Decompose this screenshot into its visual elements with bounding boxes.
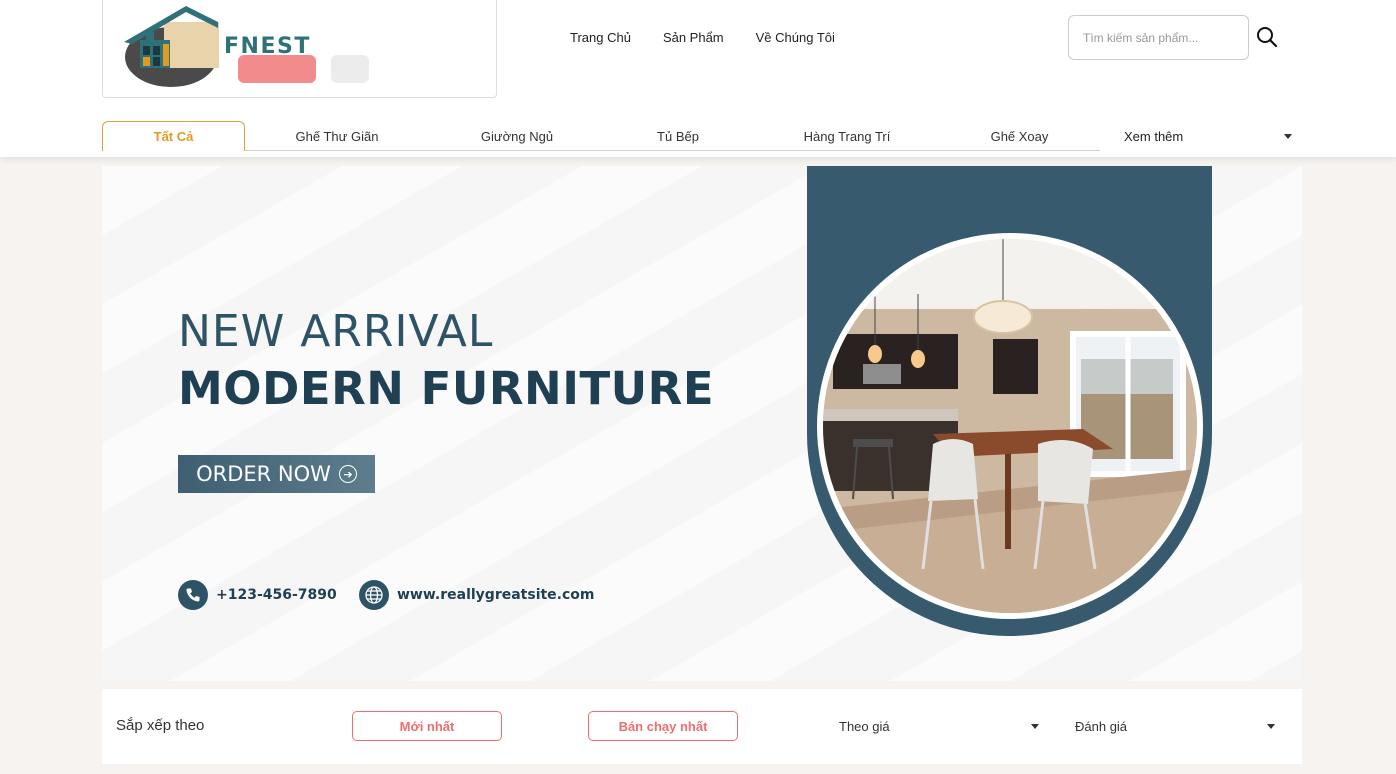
nav-products-link[interactable]: Sản Phẩm	[663, 30, 724, 45]
arrow-right-circle-icon: ➔	[338, 465, 357, 483]
sort-best-selling-button[interactable]: Bán chạy nhất	[588, 711, 738, 741]
search-button[interactable]	[1254, 24, 1280, 50]
sort-toolbar: Sắp xếp theo Mới nhất Bán chạy nhất Theo…	[102, 689, 1302, 764]
phone-icon	[178, 580, 208, 610]
kitchen-dining-photo	[823, 239, 1197, 613]
sort-label: Sắp xếp theo	[116, 717, 205, 734]
tab-lounge-chairs[interactable]: Ghế Thư Giãn	[262, 121, 412, 151]
chevron-down-icon	[1284, 133, 1292, 139]
sort-by-rating-dropdown[interactable]: Đánh giá	[1075, 711, 1275, 741]
search-icon	[1257, 27, 1278, 48]
house-logo-icon	[124, 6, 219, 68]
tab-swivel-chairs[interactable]: Ghế Xoay	[957, 121, 1082, 151]
nav-about-link[interactable]: Về Chúng Tôi	[756, 30, 835, 45]
main-nav: Trang Chủ Sản Phẩm Về Chúng Tôi	[570, 30, 835, 45]
see-more-label: Xem thêm	[1124, 128, 1184, 144]
banner-phone: +123-456-7890	[178, 580, 337, 610]
tab-all[interactable]: Tất Cả	[102, 121, 245, 151]
nav-home-link[interactable]: Trang Chủ	[570, 30, 631, 45]
sort-by-price-label: Theo giá	[839, 718, 890, 734]
banner-headline-bold: MODERN FURNITURE	[178, 362, 715, 415]
chevron-down-icon	[1031, 723, 1039, 729]
globe-icon	[359, 580, 389, 610]
sort-by-price-dropdown[interactable]: Theo giá	[839, 711, 1039, 741]
tab-kitchen-cabinets[interactable]: Tủ Bếp	[622, 121, 734, 151]
see-more-dropdown[interactable]: Xem thêm	[1124, 121, 1292, 151]
order-now-button[interactable]: ORDER NOW ➔	[178, 455, 375, 493]
banner-website: www.reallygreatsite.com	[359, 580, 595, 610]
hero-banner: NEW ARRIVAL MODERN FURNITURE ORDER NOW ➔…	[102, 166, 1302, 681]
category-tabs: Tất Cả Ghế Thư Giãn Giường Ngủ Tủ Bếp Hà…	[102, 121, 1300, 151]
sort-by-rating-label: Đánh giá	[1075, 718, 1128, 734]
tab-beds[interactable]: Giường Ngủ	[442, 121, 592, 151]
website-url: www.reallygreatsite.com	[397, 587, 595, 603]
chevron-down-icon	[1267, 723, 1275, 729]
tab-decor[interactable]: Hàng Trang Trí	[772, 121, 922, 151]
brand-logo[interactable]: FNEST	[120, 4, 320, 72]
sort-newest-button[interactable]: Mới nhất	[352, 711, 502, 741]
search-input[interactable]	[1068, 15, 1249, 60]
phone-number: +123-456-7890	[216, 587, 337, 603]
banner-headline-light: NEW ARRIVAL	[178, 306, 494, 357]
brand-name: FNEST	[224, 34, 311, 59]
order-now-label: ORDER NOW	[196, 462, 331, 486]
profile-secondary-button-blurred	[331, 55, 369, 83]
site-header: FNEST Trang Chủ Sản Phẩm Về Chúng Tôi Tấ…	[0, 0, 1396, 157]
